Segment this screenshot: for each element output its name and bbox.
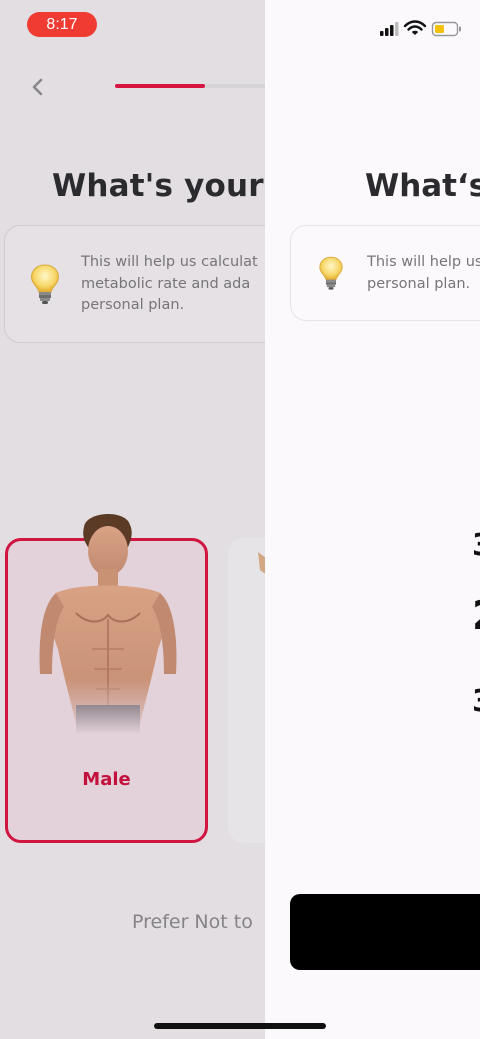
battery-icon xyxy=(431,21,461,37)
page-title: What's your g xyxy=(52,168,265,204)
info-text-line-1: This will help us xyxy=(367,254,480,270)
chevron-left-icon xyxy=(32,78,43,96)
previous-screen-pane: 8:17 What's your g xyxy=(0,0,265,1039)
info-text: This will help us calculat metabolic rat… xyxy=(81,254,258,313)
gender-option-female[interactable] xyxy=(228,538,265,843)
progress-bar xyxy=(115,84,265,88)
back-button[interactable] xyxy=(26,75,50,99)
progress-bar-fill xyxy=(115,84,205,88)
female-figure-illustration xyxy=(258,552,265,576)
continue-button[interactable] xyxy=(290,894,480,970)
status-icons xyxy=(378,18,462,40)
gender-option-label: Male xyxy=(82,769,131,790)
picker-value-selected[interactable]: 2 xyxy=(472,593,480,639)
current-screen-pane: What‘s This will help us personal plan. xyxy=(265,0,480,1039)
male-figure-illustration xyxy=(26,509,191,734)
info-text-line-2: personal plan. xyxy=(367,275,471,292)
info-card: This will help us calculat metabolic rat… xyxy=(4,225,265,343)
wifi-icon xyxy=(403,20,427,35)
prefer-not-to-say-link[interactable]: Prefer Not to xyxy=(132,911,253,933)
status-time: 8:17 xyxy=(27,12,97,37)
home-indicator[interactable] xyxy=(154,1023,326,1029)
page-title: What‘s xyxy=(365,168,480,204)
picker-value-above[interactable]: 3 xyxy=(472,528,480,563)
picker-value-below[interactable]: 3 xyxy=(472,684,480,719)
gender-option-male[interactable]: Male xyxy=(5,513,208,843)
info-text: This will help us personal plan. xyxy=(367,252,480,295)
info-card: This will help us personal plan. xyxy=(290,225,480,321)
lightbulb-icon xyxy=(27,262,63,310)
cellular-signal-icon xyxy=(380,22,399,36)
lightbulb-icon xyxy=(316,252,346,298)
